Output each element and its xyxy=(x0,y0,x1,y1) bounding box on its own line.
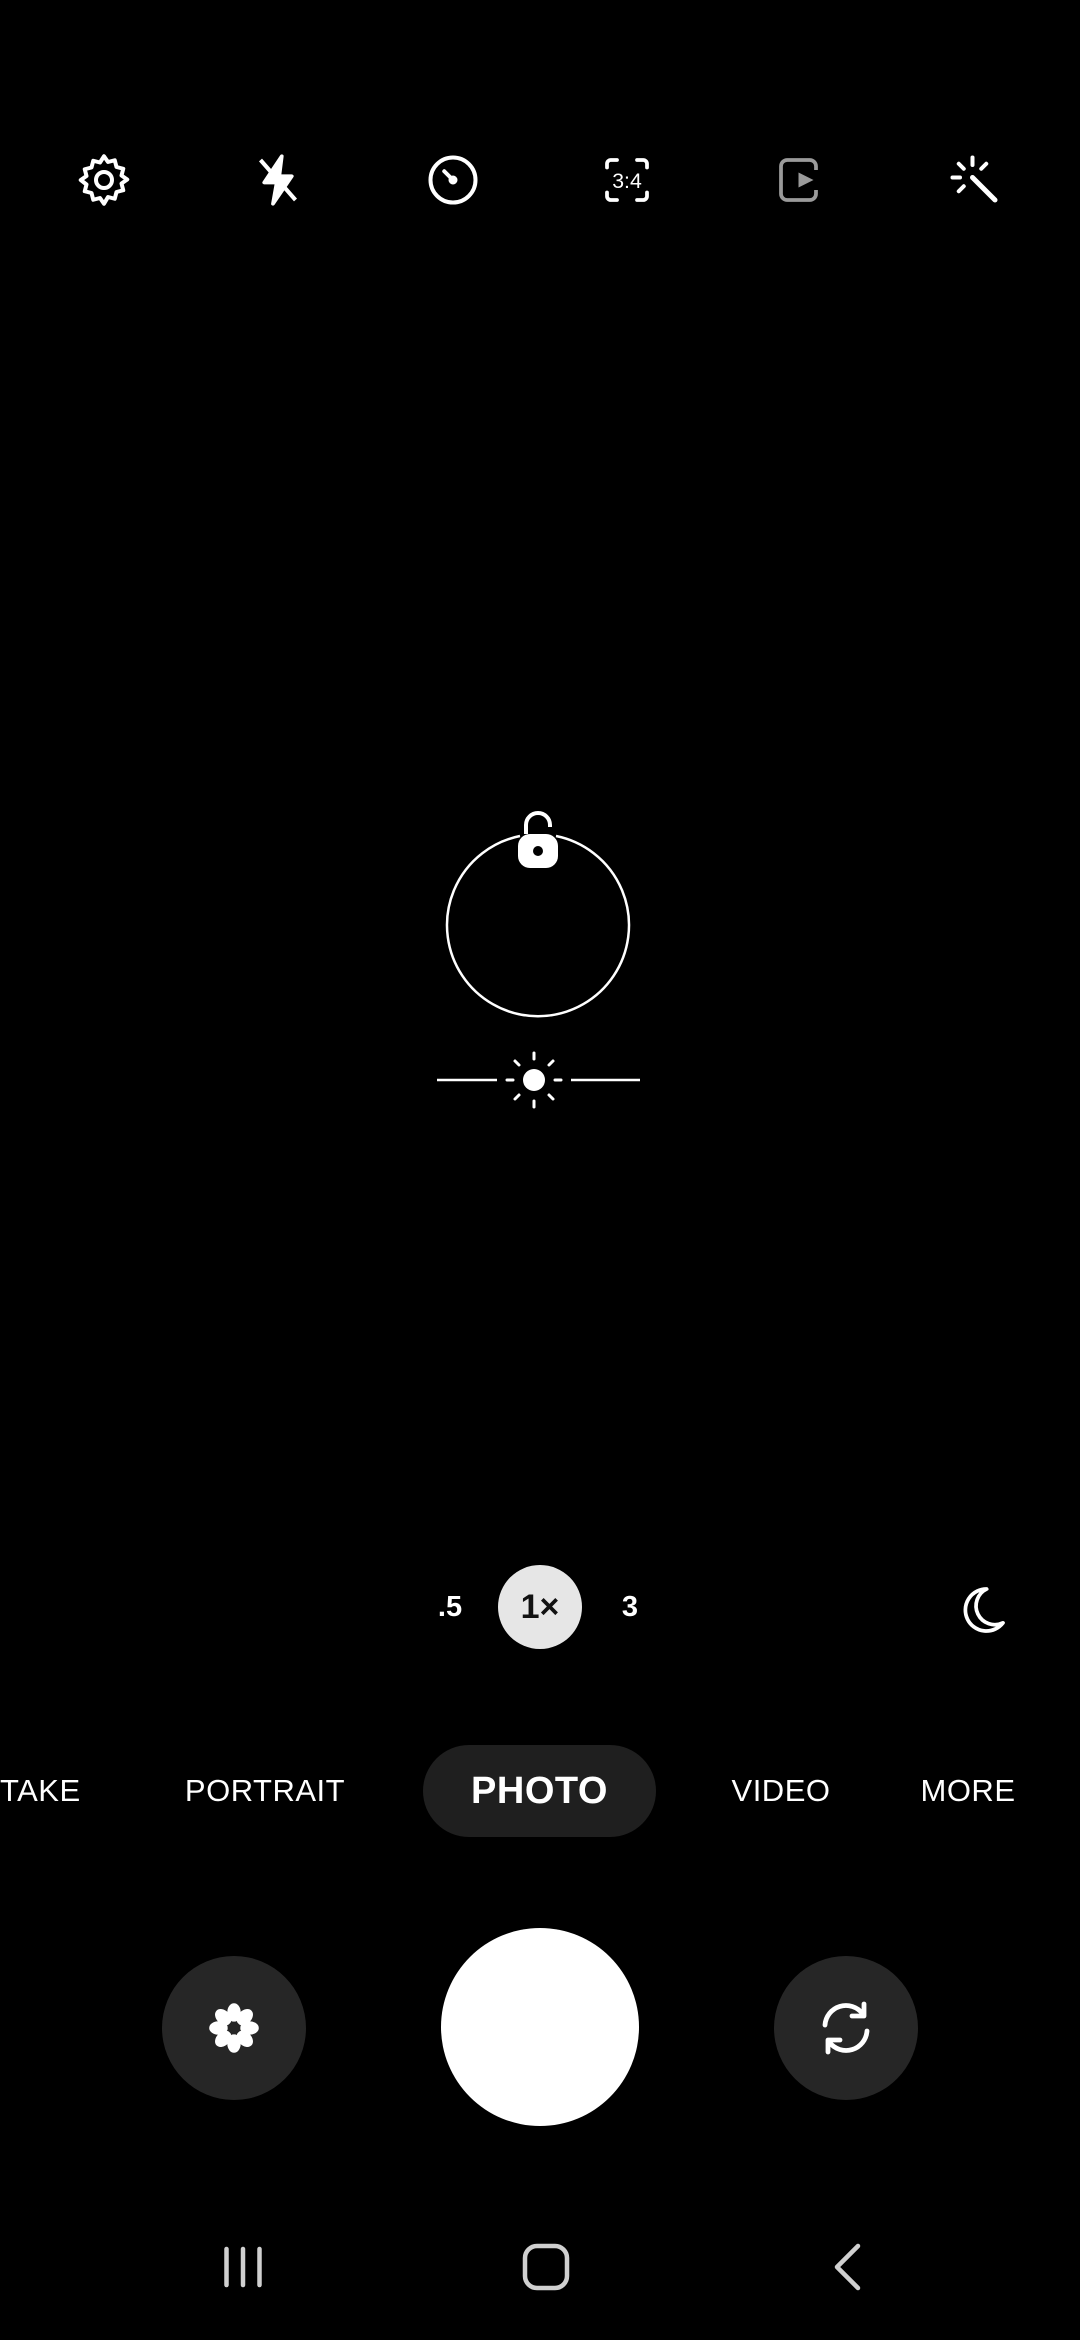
mode-more[interactable]: MORE xyxy=(910,1745,1026,1837)
exposure-slider[interactable] xyxy=(437,1050,640,1110)
flash-off-icon[interactable] xyxy=(238,140,318,220)
mode-video[interactable]: VIDEO xyxy=(720,1745,842,1837)
zoom-1x[interactable]: 1× xyxy=(498,1565,582,1649)
recent-apps-icon[interactable] xyxy=(203,2232,283,2302)
home-icon[interactable] xyxy=(506,2232,586,2302)
svg-text:3:4: 3:4 xyxy=(612,169,642,193)
filters-icon[interactable] xyxy=(935,140,1015,220)
zoom-0-5[interactable]: .5 xyxy=(425,1565,475,1649)
motion-photo-icon[interactable] xyxy=(761,140,841,220)
brightness-icon xyxy=(505,1051,563,1109)
zoom-3[interactable]: 3 xyxy=(605,1565,655,1649)
effects-flower-icon xyxy=(209,2003,259,2053)
aspect-ratio-icon[interactable]: 3:4 xyxy=(587,140,667,220)
shutter-button[interactable] xyxy=(441,1928,639,2126)
effects-button[interactable] xyxy=(162,1956,306,2100)
night-mode-icon[interactable] xyxy=(954,1582,1010,1638)
switch-camera-button[interactable] xyxy=(774,1956,918,2100)
ae-af-lock-icon[interactable] xyxy=(512,808,564,870)
settings-icon[interactable] xyxy=(64,140,144,220)
mode-photo[interactable]: PHOTO xyxy=(423,1745,656,1837)
mode-single-take[interactable]: TAKE xyxy=(0,1745,100,1837)
back-icon[interactable] xyxy=(809,2232,889,2302)
switch-camera-icon xyxy=(822,2001,870,2055)
mode-portrait[interactable]: PORTRAIT xyxy=(172,1745,358,1837)
timer-icon[interactable] xyxy=(413,140,493,220)
